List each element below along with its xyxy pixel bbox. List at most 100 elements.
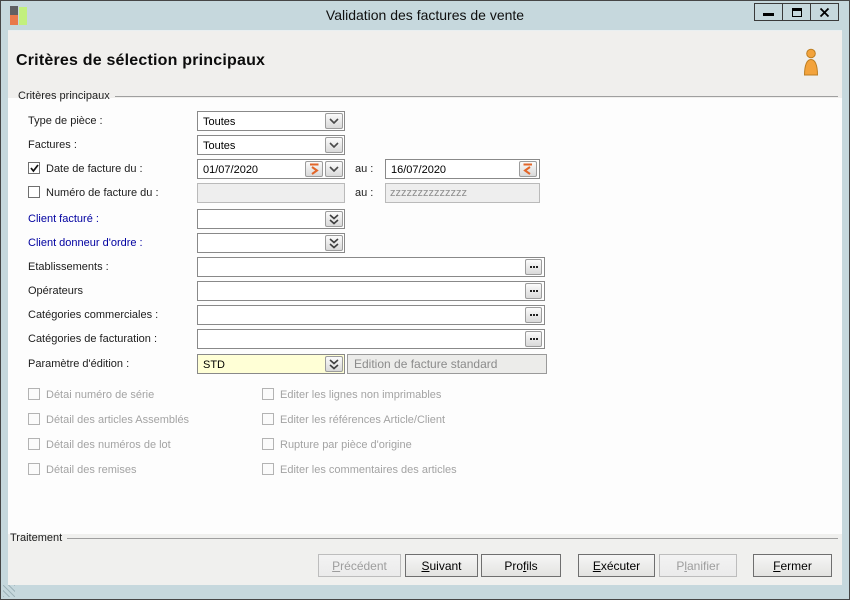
client-donneur-combobox[interactable] xyxy=(197,233,345,253)
parametre-edition-value: STD xyxy=(203,359,225,371)
ellipsis-icon xyxy=(529,290,532,292)
date-facture-to-value: 16/07/2020 xyxy=(391,164,447,176)
suivant-button[interactable]: Suivant xyxy=(405,554,478,577)
double-chevron-down-icon xyxy=(329,358,339,370)
window-controls xyxy=(754,3,839,21)
chevron-down-icon xyxy=(329,118,339,124)
categories-commerciales-field[interactable] xyxy=(197,305,545,325)
date-facture-from-dropdown-button[interactable] xyxy=(325,161,343,177)
client-donneur-label: Client donneur d'ordre : xyxy=(28,237,143,249)
executer-button[interactable]: Exécuter xyxy=(578,554,655,577)
parametre-edition-lookup-button[interactable] xyxy=(325,356,343,372)
dialog-window: Validation des factures de vente Critère… xyxy=(0,0,850,600)
checkmark-icon xyxy=(29,163,39,172)
maximize-icon xyxy=(791,7,802,17)
minimize-button[interactable] xyxy=(754,3,783,21)
ellipsis-icon xyxy=(529,266,532,268)
factures-label: Factures : xyxy=(28,139,77,151)
option-rupture-piece-label: Rupture par pièce d'origine xyxy=(280,439,412,451)
type-piece-combobox[interactable]: Toutes xyxy=(197,111,345,131)
minimize-icon xyxy=(763,12,774,16)
date-facture-to-field[interactable]: 16/07/2020 xyxy=(385,159,540,179)
numero-facture-checkbox[interactable] xyxy=(28,186,40,198)
numero-facture-from-input xyxy=(197,183,345,203)
option-detail-remises-label: Détail des remises xyxy=(46,464,137,476)
chevron-down-icon xyxy=(329,166,339,172)
option-detail-articles-assembles-checkbox xyxy=(28,413,40,425)
double-chevron-down-icon xyxy=(329,213,339,225)
group-legend-traitement-line xyxy=(67,537,838,539)
group-legend-main-label: Critères principaux xyxy=(18,90,110,102)
user-icon[interactable] xyxy=(800,48,822,76)
page-title: Critères de sélection principaux xyxy=(16,52,266,69)
option-detail-articles-assembles-label: Détail des articles Assemblés xyxy=(46,414,190,426)
etablissements-browse-button[interactable] xyxy=(525,259,542,275)
group-legend-main-line xyxy=(114,95,838,97)
option-editer-lignes-checkbox xyxy=(262,388,274,400)
resize-grip[interactable] xyxy=(3,585,15,597)
parametre-edition-label: Paramètre d'édition : xyxy=(28,358,130,370)
client-facture-label: Client facturé : xyxy=(28,213,99,225)
date-facture-label: Date de facture du : xyxy=(46,163,143,175)
numero-facture-au-label: au : xyxy=(355,187,374,199)
arrow-right-bar-icon xyxy=(310,163,319,175)
date-facture-from-field[interactable]: 01/07/2020 xyxy=(197,159,345,179)
option-editer-commentaires-checkbox xyxy=(262,463,274,475)
option-editer-commentaires-label: Editer les commentaires des articles xyxy=(280,464,457,476)
close-icon xyxy=(819,7,830,17)
dialog-content: Critères de sélection principaux Critère… xyxy=(8,30,842,585)
date-facture-au-label: au : xyxy=(355,163,374,175)
categories-commerciales-label: Catégories commerciales : xyxy=(28,309,159,321)
profils-button[interactable]: Pro f ils xyxy=(481,554,561,577)
client-facture-lookup-button[interactable] xyxy=(325,211,343,227)
group-legend-traitement-label: Traitement xyxy=(10,532,63,544)
client-facture-combobox[interactable] xyxy=(197,209,345,229)
ellipsis-icon xyxy=(529,314,532,316)
maximize-button[interactable] xyxy=(782,3,811,21)
factures-value: Toutes xyxy=(203,140,236,152)
numero-facture-to-input xyxy=(385,183,540,203)
option-detail-numero-serie-label: Détai numéro de série xyxy=(46,389,155,401)
option-detail-numeros-lot-label: Détail des numéros de lot xyxy=(46,439,171,451)
etablissements-field[interactable] xyxy=(197,257,545,277)
parametre-edition-description: Edition de facture standard xyxy=(347,354,547,374)
factures-dropdown-button[interactable] xyxy=(325,137,343,153)
client-donneur-lookup-button[interactable] xyxy=(325,235,343,251)
categories-facturation-field[interactable] xyxy=(197,329,545,349)
categories-facturation-label: Catégories de facturation : xyxy=(28,333,158,345)
option-detail-numeros-lot-checkbox xyxy=(28,438,40,450)
etablissements-label: Etablissements : xyxy=(28,261,109,273)
option-rupture-piece-checkbox xyxy=(262,438,274,450)
precedent-button: Précédent xyxy=(318,554,401,577)
operateurs-browse-button[interactable] xyxy=(525,283,542,299)
date-facture-to-calendar-button[interactable] xyxy=(519,161,537,177)
operateurs-label: Opérateurs xyxy=(28,285,84,297)
date-facture-checkbox[interactable] xyxy=(28,162,40,174)
option-detail-remises-checkbox xyxy=(28,463,40,475)
parametre-edition-combobox[interactable]: STD xyxy=(197,354,345,374)
window-title: Validation des factures de vente xyxy=(325,7,525,23)
option-editer-references-label: Editer les références Article/Client xyxy=(280,414,446,426)
ellipsis-icon xyxy=(529,338,532,340)
group-legend-traitement: Traitement xyxy=(10,532,838,544)
option-editer-references-checkbox xyxy=(262,413,274,425)
date-facture-from-calendar-button[interactable] xyxy=(305,161,323,177)
factures-combobox[interactable]: Toutes xyxy=(197,135,345,155)
type-piece-label: Type de pièce : xyxy=(28,115,103,127)
planifier-button: Pl anifier xyxy=(659,554,737,577)
group-legend-main: Critères principaux xyxy=(18,90,838,102)
double-chevron-down-icon xyxy=(329,237,339,249)
arrow-left-bar-icon xyxy=(523,163,532,175)
type-piece-dropdown-button[interactable] xyxy=(325,113,343,129)
option-detail-numero-serie-checkbox xyxy=(28,388,40,400)
fermer-button[interactable]: Fermer xyxy=(753,554,832,577)
close-button[interactable] xyxy=(810,3,839,21)
numero-facture-label: Numéro de facture du : xyxy=(46,187,159,199)
title-bar[interactable]: Validation des factures de vente xyxy=(1,1,849,30)
categories-commerciales-browse-button[interactable] xyxy=(525,307,542,323)
type-piece-value: Toutes xyxy=(203,116,236,128)
categories-facturation-browse-button[interactable] xyxy=(525,331,542,347)
operateurs-field[interactable] xyxy=(197,281,545,301)
option-editer-lignes-label: Editer les lignes non imprimables xyxy=(280,389,442,401)
date-facture-from-value: 01/07/2020 xyxy=(203,164,259,176)
